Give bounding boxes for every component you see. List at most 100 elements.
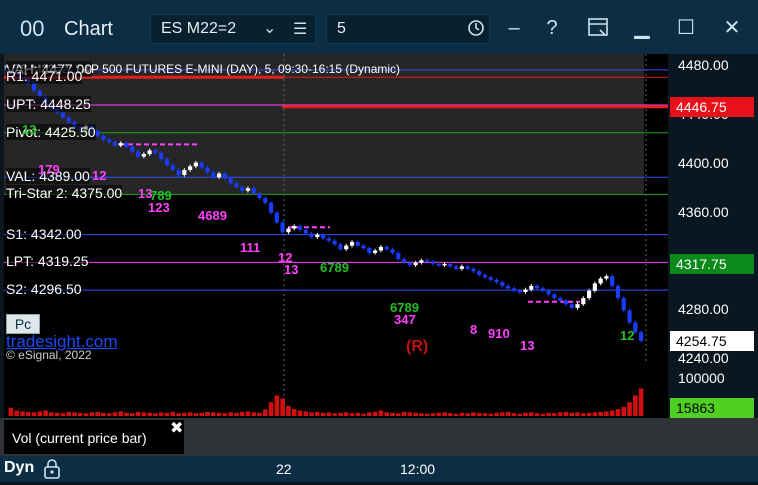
candle-body [471,268,476,272]
candle-body [436,263,441,266]
candle-body [326,238,331,241]
level-label-pivot: Pivot: 4425.50 [6,123,96,140]
candle-body [454,266,459,269]
candle-body [216,173,222,178]
candle-body [170,165,175,170]
candle-body [130,146,135,152]
candle-body [390,249,395,253]
candle-body [211,172,216,178]
candle-body [257,193,262,199]
candle-body [251,188,256,194]
candle-body [401,259,407,263]
candle-body [240,187,245,191]
candle-body [263,198,268,203]
candle-body [274,212,279,223]
candle-body [558,298,563,301]
sequence-count: 123 [148,200,170,215]
sequence-count: 13 [520,338,535,353]
level-label-s1: S1: 4342.00 [6,225,82,242]
candle-body [176,169,181,175]
candle-body [332,240,337,245]
candle-body [268,202,274,213]
candle-body [107,139,112,142]
candle-body [297,226,303,230]
candle-body [430,261,436,264]
candle-body [378,246,384,251]
candle-body [425,260,430,262]
candle-body [586,290,592,299]
candle-body [153,150,158,153]
candle-body [569,304,574,308]
candle-body [66,117,71,123]
candle-body [344,245,349,250]
price-tick: 4280.00 [678,301,729,318]
candle-body [639,332,644,341]
candle-body [31,83,37,91]
sequence-count: 4689 [198,208,227,223]
time-label-1200: 12:00 [400,461,436,477]
candle-body [534,285,540,289]
volume-label-text: Vol (current price bar) [12,430,147,446]
candle-body [147,150,152,155]
candle-body [384,246,389,250]
candle-body [60,112,66,118]
candle-body [494,279,499,283]
volume-label[interactable]: Vol (current price bar) ✖ [4,420,184,454]
candle-body [552,294,557,299]
candle-body [373,250,378,253]
candle-body [182,169,187,175]
candle-body [228,178,233,184]
candle-body [309,233,314,238]
candle-body [164,158,170,166]
candle-body [286,228,291,233]
candle-body [188,166,193,170]
candle-body [621,298,626,311]
candle-body [506,285,511,289]
volume-tick: 100000 [678,370,725,386]
candle-body [581,298,586,305]
candle-body [141,154,146,157]
candle-body [500,282,505,286]
candle-body [413,262,418,266]
candle-body [95,130,100,136]
candle-body [338,244,343,250]
candle-body [193,162,198,167]
time-axis-bar[interactable]: Dyn 22 12:00 [0,456,758,482]
candle-body [610,276,615,286]
candle-body [321,234,326,239]
candle-body [407,262,412,266]
level-label-r1: R1: 4471.00 [6,68,83,85]
candle-body [159,152,164,159]
candle-body [511,288,516,291]
lock-icon[interactable] [42,458,62,485]
candle-body [523,289,528,292]
price-tick: 4400.00 [678,154,729,171]
candle-body [529,285,534,290]
copyright: © eSignal, 2022 [6,348,92,362]
level-label-upt: UPT: 4448.25 [6,95,91,112]
candle-body [349,241,355,246]
candle-body [396,252,401,260]
pc-button[interactable]: Pc [6,314,40,334]
candle-body [367,248,372,253]
candle-body [245,188,251,191]
sequence-count: 12 [92,168,107,183]
price-tick: 4360.00 [678,203,729,220]
candle-body [517,290,522,293]
candle-body [112,141,118,146]
sequence-count: 8 [470,322,478,337]
dyn-label[interactable]: Dyn [4,459,34,477]
candle-body [627,310,632,323]
close-panel-icon[interactable]: ✖ [170,418,183,438]
price-tick: 4480.00 [678,57,729,74]
price-badge: 4446.75 [670,96,754,117]
candle-body [477,271,482,275]
candle-body [101,135,106,140]
candle-body [124,143,129,147]
candle-body [575,304,580,308]
candle-body [546,290,551,295]
level-label-s2: S2: 4296.50 [6,281,82,298]
level-label-tristar2: Tri-Star 2: 4375.00 [6,185,123,202]
sequence-count: 347 [394,312,416,327]
volume-badge: 15863 [670,398,754,418]
